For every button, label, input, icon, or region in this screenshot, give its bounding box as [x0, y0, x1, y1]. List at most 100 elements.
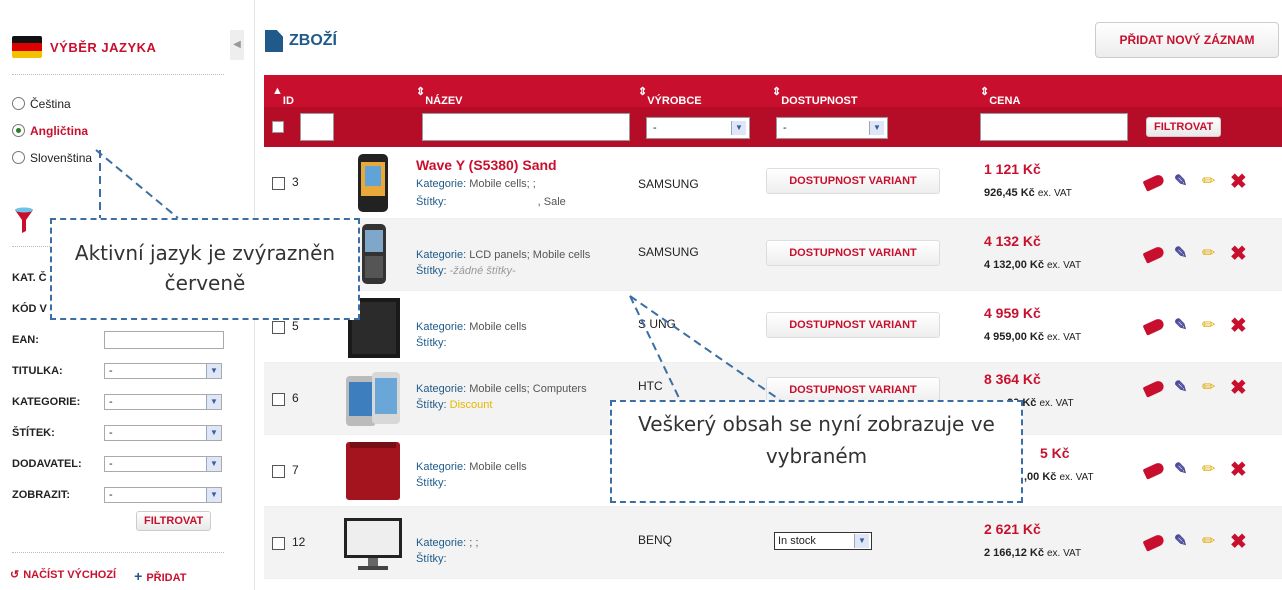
- tag-icon[interactable]: [1142, 316, 1166, 336]
- row-checkbox[interactable]: [272, 465, 285, 478]
- load-default-link[interactable]: ↺ NAČÍST VÝCHOZÍ: [10, 568, 116, 584]
- add-label: PŘIDAT: [146, 572, 187, 584]
- pencil-icon[interactable]: ✏: [1202, 533, 1220, 551]
- wrench-icon[interactable]: ✎: [1174, 245, 1192, 263]
- radio-icon[interactable]: [12, 97, 25, 110]
- chevron-down-icon[interactable]: [869, 121, 884, 135]
- product-categories: Kategorie: Mobile cells: [416, 321, 527, 333]
- row-checkbox[interactable]: [272, 393, 285, 406]
- select-all-checkbox[interactable]: [272, 121, 284, 133]
- category-label: Kategorie:: [416, 249, 467, 261]
- pencil-icon[interactable]: ✏: [1202, 245, 1220, 263]
- delete-icon[interactable]: ✖: [1230, 316, 1248, 336]
- wrench-icon[interactable]: ✎: [1174, 317, 1192, 335]
- id-filter-input[interactable]: [300, 113, 334, 141]
- filter-funnel-icon: [15, 207, 33, 233]
- tag-icon[interactable]: [1142, 532, 1166, 552]
- delete-icon[interactable]: ✖: [1230, 378, 1248, 398]
- chevron-down-icon[interactable]: [206, 394, 221, 409]
- product-price: 4 132 Kč: [984, 233, 1041, 249]
- chevron-down-icon[interactable]: [731, 121, 746, 135]
- column-header-availability[interactable]: ⇕ DOSTUPNOST: [772, 85, 858, 107]
- tags-value: , Sale: [537, 196, 566, 208]
- stitek-select[interactable]: -: [104, 424, 222, 441]
- row-checkbox[interactable]: [272, 177, 285, 190]
- name-filter-input[interactable]: [422, 113, 630, 141]
- callout-content-language: Veškerý obsah se nyní zobrazuje ve vybra…: [610, 400, 1023, 503]
- tag-icon[interactable]: [1142, 378, 1166, 398]
- availability-variants-button[interactable]: DOSTUPNOST VARIANT: [766, 240, 940, 266]
- add-link[interactable]: + PŘIDAT: [134, 568, 186, 584]
- tag-icon[interactable]: [1142, 172, 1166, 192]
- category-value: Mobile cells; ;: [469, 178, 536, 190]
- filter-label: EAN:: [12, 333, 39, 346]
- pencil-icon[interactable]: ✏: [1202, 379, 1220, 397]
- availability-select[interactable]: In stock: [774, 532, 872, 550]
- language-list: Čeština Angličtina Slovenština: [12, 90, 92, 171]
- pencil-icon[interactable]: ✏: [1202, 317, 1220, 335]
- price-ex-value: 926,45 Kč: [984, 187, 1035, 199]
- vat-suffix: ex. VAT: [1047, 332, 1082, 343]
- product-price: 2 621 Kč: [984, 521, 1041, 537]
- column-header-name[interactable]: ⇕ NÁZEV: [416, 85, 463, 107]
- tag-icon[interactable]: [1142, 244, 1166, 264]
- language-option-anglictina[interactable]: Angličtina: [12, 117, 92, 144]
- price-ex-value: 2 166,12 Kč: [984, 547, 1044, 559]
- row-checkbox[interactable]: [272, 321, 285, 334]
- chevron-down-icon[interactable]: [206, 456, 221, 471]
- language-option-cestina[interactable]: Čeština: [12, 90, 92, 117]
- kategorie-select[interactable]: -: [104, 393, 222, 410]
- collapse-sidebar-icon[interactable]: ◀: [230, 30, 244, 60]
- add-new-record-button[interactable]: PŘIDAT NOVÝ ZÁZNAM: [1095, 22, 1279, 58]
- category-label: Kategorie:: [416, 461, 467, 473]
- price-ex-vat: 4 132,00 Kč ex. VAT: [984, 259, 1081, 271]
- wrench-icon[interactable]: ✎: [1174, 533, 1192, 551]
- select-value: -: [109, 364, 113, 377]
- titulka-select[interactable]: -: [104, 362, 222, 379]
- column-header-id[interactable]: ▲ ID: [272, 85, 294, 107]
- category-label: Kategorie:: [416, 178, 467, 190]
- sidebar-filter-button[interactable]: FILTROVAT: [136, 511, 212, 531]
- tag-icon[interactable]: [1142, 460, 1166, 480]
- radio-icon[interactable]: [12, 151, 25, 164]
- row-checkbox[interactable]: [272, 537, 285, 550]
- maker-filter-select[interactable]: -: [646, 117, 750, 139]
- column-header-maker[interactable]: ⇕ VÝROBCE: [638, 85, 702, 107]
- delete-icon[interactable]: ✖: [1230, 532, 1248, 552]
- availability-variants-button[interactable]: DOSTUPNOST VARIANT: [766, 168, 940, 194]
- pencil-icon[interactable]: ✏: [1202, 173, 1220, 191]
- column-header-price[interactable]: ⇕ CENA: [980, 85, 1020, 107]
- page-title-text: ZBOŽÍ: [289, 32, 337, 49]
- select-value: -: [109, 395, 113, 408]
- chevron-down-icon[interactable]: [206, 425, 221, 440]
- ean-input[interactable]: [104, 330, 224, 349]
- pencil-icon[interactable]: ✏: [1202, 461, 1220, 479]
- wrench-icon[interactable]: ✎: [1174, 173, 1192, 191]
- dodavatel-select[interactable]: -: [104, 455, 222, 472]
- table-filter-button[interactable]: FILTROVAT: [1146, 117, 1222, 137]
- tags-label: Štítky:: [416, 477, 447, 489]
- chevron-down-icon[interactable]: [854, 534, 869, 548]
- chevron-down-icon[interactable]: [206, 363, 221, 378]
- wrench-icon[interactable]: ✎: [1174, 379, 1192, 397]
- price-ex-vat: ,00 Kč ex. VAT: [1024, 471, 1094, 483]
- filter-row-zobrazit: ZOBRAZIT: -: [12, 479, 227, 510]
- select-value: -: [109, 426, 113, 439]
- language-option-slovenstina[interactable]: Slovenština: [12, 144, 92, 171]
- column-label: DOSTUPNOST: [781, 95, 858, 107]
- availability-filter-select[interactable]: -: [776, 117, 888, 139]
- radio-checked-icon[interactable]: [12, 124, 25, 137]
- divider: [12, 552, 224, 553]
- price-filter-input[interactable]: [980, 113, 1128, 141]
- category-label: Kategorie:: [416, 383, 467, 395]
- page-title: ZBOŽÍ: [265, 30, 337, 52]
- product-name-link[interactable]: Wave Y (S5380) Sand: [416, 157, 557, 173]
- delete-icon[interactable]: ✖: [1230, 244, 1248, 264]
- delete-icon[interactable]: ✖: [1230, 172, 1248, 192]
- availability-variants-button[interactable]: DOSTUPNOST VARIANT: [766, 312, 940, 338]
- delete-icon[interactable]: ✖: [1230, 460, 1248, 480]
- wrench-icon[interactable]: ✎: [1174, 461, 1192, 479]
- product-phone-thumbnail: [346, 442, 400, 500]
- chevron-down-icon[interactable]: [206, 487, 221, 502]
- zobrazit-select[interactable]: -: [104, 486, 222, 503]
